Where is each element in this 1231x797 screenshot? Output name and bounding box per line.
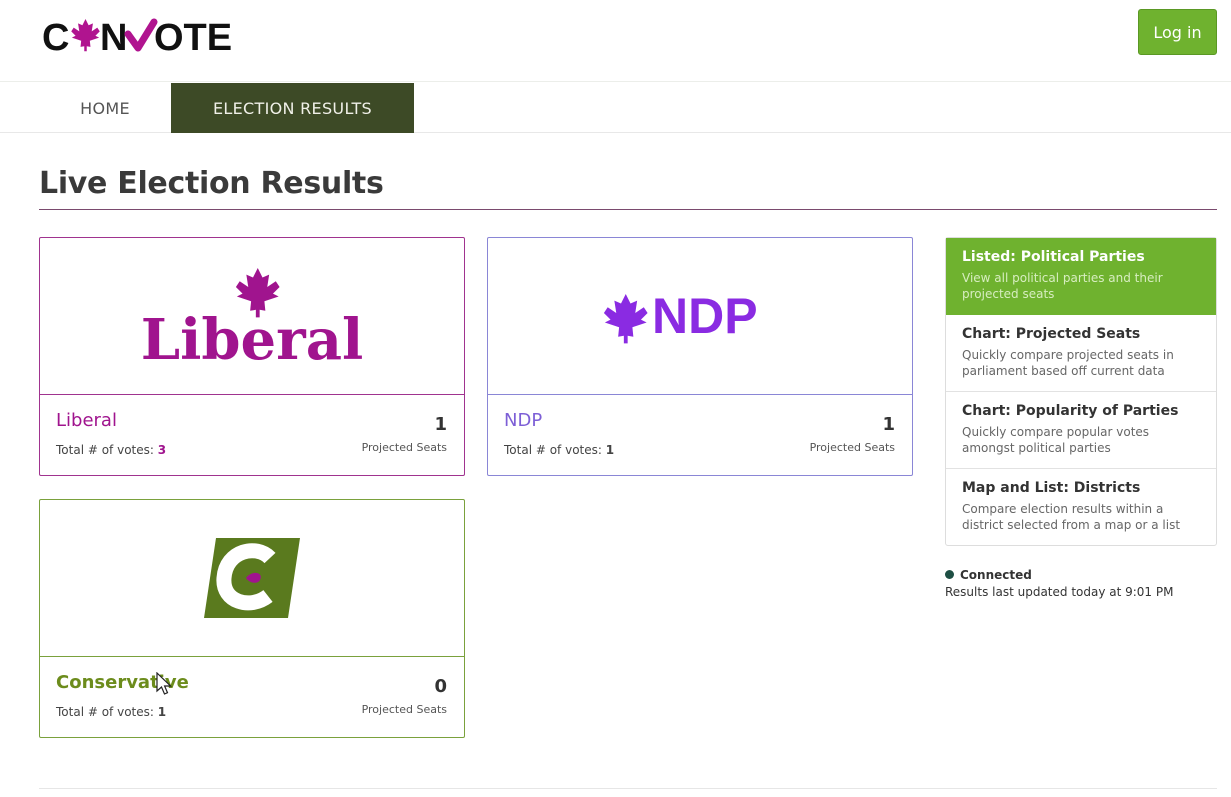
votes-value: 1 <box>605 443 615 457</box>
tab-home[interactable]: HOME <box>39 83 171 133</box>
votes-count: Total # of votes: 1 <box>56 705 166 719</box>
menu-item-desc: Compare election results within a distri… <box>962 502 1181 532</box>
svg-text:N: N <box>100 17 127 56</box>
party-logo-area: Liberal <box>40 238 464 395</box>
menu-item-desc: Quickly compare projected seats in parli… <box>962 348 1174 378</box>
mouse-pointer-icon <box>156 672 172 695</box>
title-divider <box>39 209 1217 210</box>
menu-item-title: Chart: Popularity of Parties <box>962 403 1179 419</box>
projected-seats-label: Projected Seats <box>809 441 895 454</box>
votes-label: Total # of votes: <box>56 443 154 457</box>
status-label: Connected <box>960 568 1032 582</box>
party-logo-area <box>40 500 464 657</box>
main-nav: HOME ELECTION RESULTS <box>0 83 1231 133</box>
status-dot-icon <box>945 570 954 579</box>
site-header: C N OTE Log in <box>0 0 1231 82</box>
projected-seats-value: 1 <box>434 414 447 435</box>
results-view-menu: Listed: Political Parties View all polit… <box>945 237 1217 546</box>
votes-value: 3 <box>157 443 167 457</box>
menu-item-title: Chart: Projected Seats <box>962 326 1141 342</box>
votes-label: Total # of votes: <box>56 705 154 719</box>
party-logo-area: NDP <box>488 238 912 395</box>
footer-divider <box>39 788 1217 789</box>
liberal-logo: Liberal <box>142 268 362 366</box>
tab-election-results[interactable]: ELECTION RESULTS <box>171 83 414 133</box>
menu-item-popularity[interactable]: Chart: Popularity of Parties Quickly com… <box>946 392 1216 469</box>
page-title: Live Election Results <box>39 166 384 201</box>
ndp-logo-text: NDP <box>652 288 758 344</box>
login-button[interactable]: Log in <box>1138 9 1217 55</box>
votes-count: Total # of votes: 1 <box>504 443 614 457</box>
svg-text:C: C <box>42 17 69 56</box>
projected-seats-value: 0 <box>434 676 447 697</box>
party-card-liberal[interactable]: Liberal Liberal Total # of votes: 3 1 Pr… <box>39 237 465 476</box>
liberal-logo-text: Liberal <box>142 307 362 366</box>
connection-status: Connected Results last updated today at … <box>945 568 1173 599</box>
menu-item-title: Map and List: Districts <box>962 480 1141 496</box>
votes-label: Total # of votes: <box>504 443 602 457</box>
menu-item-desc: View all political parties and their pro… <box>962 271 1163 301</box>
last-updated-text: Results last updated today at 9:01 PM <box>945 585 1174 599</box>
canvote-logo[interactable]: C N OTE <box>42 16 242 56</box>
menu-item-projected-seats[interactable]: Chart: Projected Seats Quickly compare p… <box>946 315 1216 392</box>
svg-text:OTE: OTE <box>154 17 232 56</box>
votes-value: 1 <box>157 705 167 719</box>
party-name[interactable]: Liberal <box>56 410 117 431</box>
projected-seats-value: 1 <box>882 414 895 435</box>
party-name[interactable]: NDP <box>504 410 542 431</box>
projected-seats-label: Projected Seats <box>361 703 447 716</box>
menu-item-districts[interactable]: Map and List: Districts Compare election… <box>946 469 1216 545</box>
votes-count: Total # of votes: 3 <box>56 443 166 457</box>
projected-seats-label: Projected Seats <box>361 441 447 454</box>
party-card-ndp[interactable]: NDP NDP Total # of votes: 1 1 Projected … <box>487 237 913 476</box>
conservative-logo <box>204 538 300 618</box>
menu-item-desc: Quickly compare popular votes amongst po… <box>962 425 1150 455</box>
menu-item-political-parties[interactable]: Listed: Political Parties View all polit… <box>946 238 1216 315</box>
menu-item-title: Listed: Political Parties <box>962 249 1145 265</box>
party-card-conservative[interactable]: Conservative Total # of votes: 1 0 Proje… <box>39 499 465 738</box>
ndp-logo: NDP <box>603 288 758 344</box>
